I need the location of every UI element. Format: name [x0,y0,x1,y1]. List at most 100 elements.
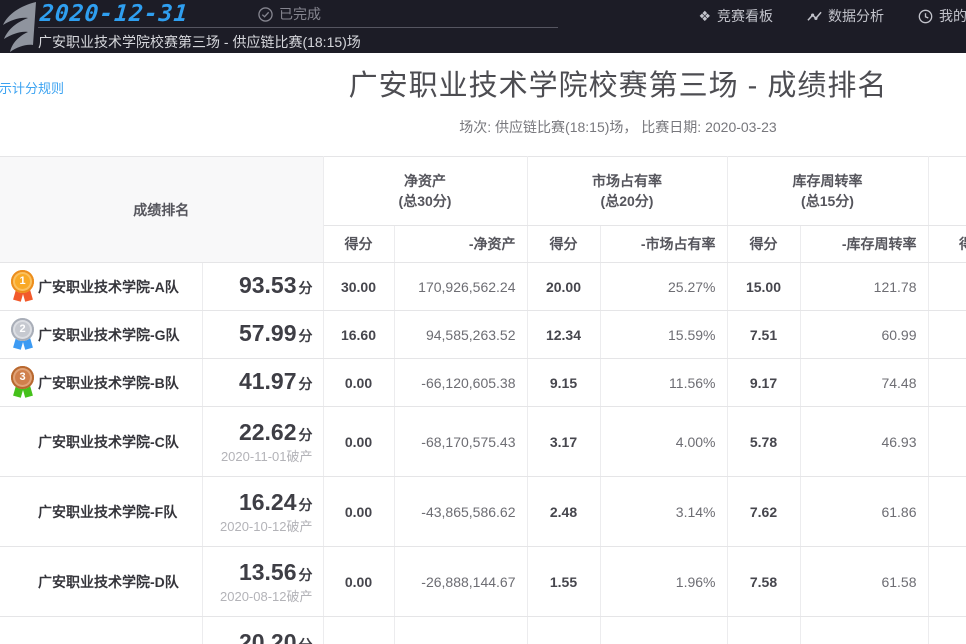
kanban-icon: ❖ [698,8,711,25]
col-header-net-assets: -净资产 [394,226,527,263]
score-cell: 0.00 [323,477,394,547]
score-cell: 0.00 [323,547,394,617]
score-unit: 分 [299,567,313,583]
value-cell: 1.22% [600,617,727,644]
col-header-inventory-turnover: -库存周转率 [800,226,928,263]
team-name: 广安职业技术学院-D队 [38,572,179,592]
value-cell: -43,865,586.62 [394,477,527,547]
value-cell: -66,120,605.38 [394,359,527,407]
col-header-score-partial: 得分 [928,226,966,263]
score-cell: 15.00 [727,263,800,311]
score-cell: 16.60 [323,311,394,359]
group-total: (总30分) [324,191,527,211]
score-cell: 20.00 [527,263,600,311]
value-cell: 1.96% [600,547,727,617]
score-unit: 分 [299,637,313,644]
group-header-net-assets: 净资产 (总30分) [323,157,527,226]
score-cell: 9.17 [727,359,800,407]
value-cell: 61.58 [800,547,928,617]
scoring-rules-link[interactable]: 显示计分规则 [0,78,64,97]
value-cell: 61.86 [800,477,928,547]
team-name: 广安职业技术学院-B队 [38,373,179,393]
group-header-inventory-turnover: 库存周转率 (总15分) [727,157,928,226]
score-cell: 5.78 [727,407,800,477]
score-cell: 1.55 [527,547,600,617]
total-score: 57.99 [239,320,297,346]
value-cell: 15.59% [600,311,727,359]
nav-item-kanban[interactable]: ❖ 竞赛看板 [681,6,790,26]
page-title: 广安职业技术学院校赛第三场 - 成绩排名 [270,62,966,104]
total-score: 93.53 [239,272,297,298]
score-cell: 9.15 [527,359,600,407]
table-row: 广安职业技术学院-E队 20.20分 0.00 -45,550,347.71 0… [0,617,966,644]
score-cell: 0.97 [527,617,600,644]
value-cell: -45,550,347.71 [394,617,527,644]
score-cell-partial [928,263,966,311]
score-cell-partial: 1 [928,311,966,359]
score-cell: 7.58 [727,547,800,617]
group-name: 库存周转率 [728,171,928,191]
team-name: 广安职业技术学院-A队 [38,277,179,297]
value-cell: 46.93 [800,407,928,477]
total-score: 41.97 [239,368,297,394]
value-cell: 59.02 [800,617,928,644]
team-name: 广安职业技术学院-C队 [38,432,179,452]
value-cell: 170,926,562.24 [394,263,527,311]
value-cell: 3.14% [600,477,727,547]
topbar-subtitle: 广安职业技术学院校赛第三场 - 供应链比赛(18:15)场 [38,32,361,52]
rank-number: 1 [11,270,34,293]
total-score: 20.20 [239,629,297,644]
score-unit: 分 [299,376,313,392]
score-cell: 0.00 [323,407,394,477]
status-label: 已完成 [279,4,321,24]
wing-logo-icon [0,1,37,53]
history-clock-icon [918,9,933,24]
table-row: 广安职业技术学院-D队 13.56分2020-08-12破产 0.00 -26,… [0,547,966,617]
ranking-page: 2020-12-31 已完成 广安职业技术学院校赛第三场 - 供应链比赛(18:… [0,0,966,644]
score-unit: 分 [299,427,313,443]
col-header-score: 得分 [527,226,600,263]
table-row: 广安职业技术学院-C队 22.62分2020-11-01破产 0.00 -68,… [0,407,966,477]
score-cell: 6.16 [727,617,800,644]
col-header-market-share: -市场占有率 [600,226,727,263]
score-cell-partial [928,407,966,477]
score-cell: 7.51 [727,311,800,359]
page-head: 广安职业技术学院校赛第三场 - 成绩排名 场次: 供应链比赛(18:15)场， … [270,62,966,137]
bankrupt-date: 2020-11-01破产 [203,448,323,465]
score-unit: 分 [299,497,313,513]
score-unit: 分 [299,328,313,344]
score-unit: 分 [299,280,313,296]
score-cell-partial [928,477,966,547]
value-cell: 94,585,263.52 [394,311,527,359]
rank-number: 3 [11,366,34,389]
score-cell-partial [928,547,966,617]
page-subtitle: 场次: 供应链比赛(18:15)场， 比赛日期: 2020-03-23 [270,117,966,137]
rank-number: 2 [11,318,34,341]
score-cell-partial: 1 [928,359,966,407]
value-cell: 11.56% [600,359,727,407]
group-total: (总15分) [728,191,928,211]
value-cell: 60.99 [800,311,928,359]
group-header-market-share: 市场占有率 (总20分) [527,157,727,226]
table-row: 广安职业技术学院-F队 16.24分2020-10-12破产 0.00 -43,… [0,477,966,547]
col-header-score: 得分 [323,226,394,263]
status-badge: 已完成 [258,4,321,24]
check-circle-icon [258,7,273,22]
score-cell: 0.00 [323,617,394,644]
value-cell: 121.78 [800,263,928,311]
score-cell: 0.00 [323,359,394,407]
nav-item-mine[interactable]: 我的 [901,6,966,26]
ranking-table: 成绩排名 净资产 (总30分) 市场占有率 (总20分) 库存周转率 (总15分… [0,156,966,644]
nav-label: 竞赛看板 [717,6,773,26]
team-name: 广安职业技术学院-G队 [38,325,180,345]
group-name: 净资产 [324,171,527,191]
nav-label: 数据分析 [828,6,884,26]
value-cell: -26,888,144.67 [394,547,527,617]
gold-medal-icon: 1 [10,269,38,305]
bronze-medal-icon: 3 [10,365,38,401]
score-cell: 12.34 [527,311,600,359]
bankrupt-date: 2020-10-12破产 [203,518,323,535]
value-cell: -68,170,575.43 [394,407,527,477]
nav-item-data-analysis[interactable]: 数据分析 [790,6,901,26]
group-header-partial [928,157,966,226]
